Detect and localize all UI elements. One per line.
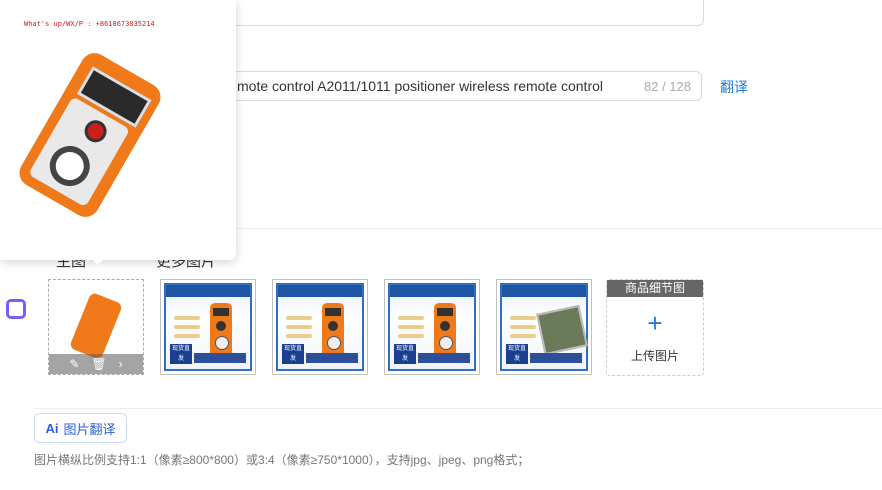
edit-icon[interactable]: ✎ xyxy=(69,357,79,371)
product-image: 现货直发 xyxy=(500,283,588,371)
feature-checks xyxy=(398,311,424,343)
image-watermark: What's up/WX/P : +8618673035214 xyxy=(24,20,155,28)
product-thumbnail-1[interactable]: 现货直发 xyxy=(160,279,256,375)
image-header-strip xyxy=(502,285,586,297)
image-translate-button[interactable]: Ai 图片翻译 xyxy=(34,413,127,443)
move-icon[interactable]: › xyxy=(119,357,123,371)
feature-checks xyxy=(174,311,200,343)
upload-label: 上传图片 xyxy=(630,349,679,363)
translate-link[interactable]: 翻译 xyxy=(720,77,748,97)
product-thumbnail-4[interactable]: 现货直发 xyxy=(496,279,592,375)
trash-icon[interactable]: 🗑 xyxy=(91,357,106,371)
preview-remote-image xyxy=(14,48,166,222)
stock-badge: 现货直发 xyxy=(506,344,528,364)
image-preview-popover: What's up/WX/P : +8618673035214 xyxy=(0,0,236,260)
image-banner xyxy=(306,353,358,363)
title-input[interactable]: mote control A2011/1011 positioner wirel… xyxy=(222,71,702,101)
image-banner xyxy=(530,353,582,363)
title-input-value: mote control A2011/1011 positioner wirel… xyxy=(237,78,604,94)
circuit-board-image xyxy=(536,304,588,356)
product-image: 现货直发 xyxy=(276,283,364,371)
image-header-strip xyxy=(390,285,474,297)
ai-icon: Ai xyxy=(45,420,59,436)
product-image: 现货直发 xyxy=(388,283,476,371)
feature-checks xyxy=(510,311,536,343)
title-char-count: 82 / 128 xyxy=(644,78,691,94)
stock-badge: 现货直发 xyxy=(394,344,416,364)
section-divider xyxy=(222,228,882,229)
upload-detail-image[interactable]: 商品细节图 + 上传图片 xyxy=(606,279,704,376)
ai-assistant-icon[interactable] xyxy=(6,299,26,319)
product-image: 现货直发 xyxy=(164,283,252,371)
upload-header: 商品细节图 xyxy=(607,280,703,297)
bottom-divider xyxy=(34,408,882,409)
image-header-strip xyxy=(278,285,362,297)
main-image-thumbnail[interactable]: ✎ 🗑 › xyxy=(48,279,144,375)
image-translate-label: 图片翻译 xyxy=(63,421,116,437)
plus-icon: + xyxy=(647,308,663,338)
main-image-actions: ✎ 🗑 › xyxy=(49,354,143,374)
feature-checks xyxy=(286,311,312,343)
popover-arrow xyxy=(91,258,105,265)
stock-badge: 现货直发 xyxy=(170,344,192,364)
product-thumbnail-3[interactable]: 现货直发 xyxy=(384,279,480,375)
remote-image xyxy=(68,291,124,361)
image-header-strip xyxy=(166,285,250,297)
image-banner xyxy=(418,353,470,363)
image-banner xyxy=(194,353,246,363)
stock-badge: 现货直发 xyxy=(282,344,304,364)
product-thumbnail-2[interactable]: 现货直发 xyxy=(272,279,368,375)
top-input-field[interactable] xyxy=(222,0,704,26)
image-format-hint: 图片横纵比例支持1:1（像素≥800*800）或3:4（像素≥750*1000）… xyxy=(34,453,530,467)
